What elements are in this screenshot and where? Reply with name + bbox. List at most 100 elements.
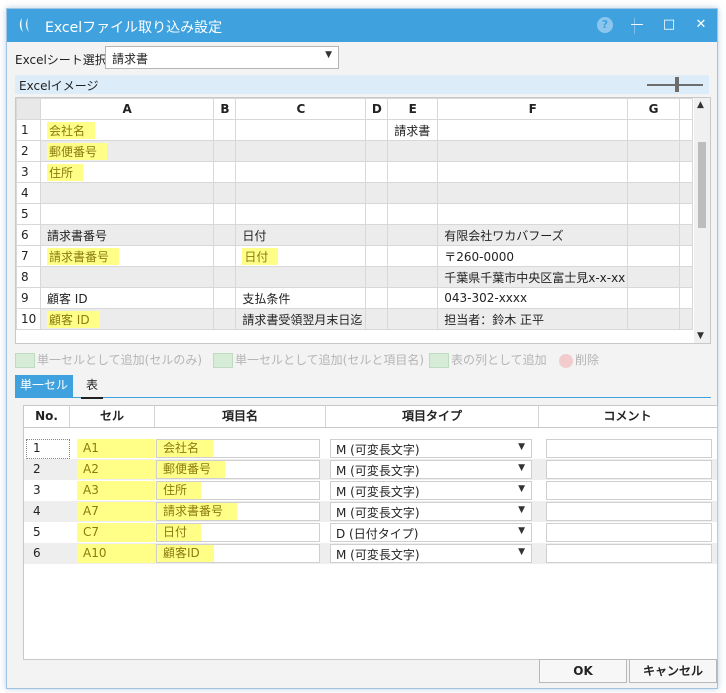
item-type-select[interactable]: M (可変長文字) ▼	[330, 502, 532, 521]
item-type-select[interactable]: M (可変長文字) ▼	[330, 544, 532, 563]
grid-cell[interactable]: 支払条件	[235, 287, 367, 309]
column-header[interactable]: D	[365, 98, 389, 120]
delete-button[interactable]: 削除	[559, 351, 599, 368]
grid-cell[interactable]	[387, 140, 439, 162]
grid-cell[interactable]: 会社名	[39, 119, 215, 141]
item-name-field[interactable]: 請求書番号	[156, 502, 320, 521]
sheet-select-dropdown[interactable]: 請求書 ▼	[105, 46, 339, 69]
item-name-field[interactable]: 住所	[156, 481, 320, 500]
grid-cell[interactable]	[365, 203, 389, 225]
minimize-button[interactable]: —	[627, 15, 647, 35]
list-row[interactable]: 1 A1 会社名 M (可変長文字) ▼	[24, 438, 717, 459]
grid-cell[interactable]	[365, 308, 389, 330]
tab-table[interactable]: 表	[81, 375, 104, 399]
grid-cell[interactable]	[365, 266, 389, 288]
grid-cell[interactable]	[387, 287, 439, 309]
close-button[interactable]: ✕	[691, 15, 711, 35]
grid-cell[interactable]	[213, 203, 237, 225]
grid-cell[interactable]	[627, 119, 680, 141]
grid-cell[interactable]	[387, 245, 439, 267]
grid-cell[interactable]: 日付	[235, 224, 367, 246]
grid-cell[interactable]	[365, 119, 389, 141]
list-row[interactable]: 6 A10 顧客ID M (可変長文字) ▼	[24, 543, 717, 564]
comment-field[interactable]	[546, 439, 712, 458]
grid-cell[interactable]	[627, 161, 680, 183]
grid-cell[interactable]	[627, 287, 680, 309]
scroll-up-icon[interactable]: ▲	[697, 100, 704, 110]
item-type-select[interactable]: M (可変長文字) ▼	[330, 481, 532, 500]
grid-cell[interactable]	[235, 203, 367, 225]
grid-cell[interactable]: 043-302-xxxx	[437, 287, 629, 309]
grid-cell[interactable]	[387, 224, 439, 246]
add-single-cell-with-name-button[interactable]: 単一セルとして追加(セルと項目名)	[213, 351, 424, 368]
grid-vertical-scrollbar[interactable]: ▲ ▼	[694, 98, 710, 343]
scroll-down-icon[interactable]: ▼	[697, 331, 704, 341]
item-type-select[interactable]: D (日付タイプ) ▼	[330, 523, 532, 542]
grid-cell[interactable]	[235, 119, 367, 141]
grid-cell[interactable]: 日付	[235, 245, 367, 267]
grid-cell[interactable]	[213, 182, 237, 204]
item-name-field[interactable]: 郵便番号	[156, 460, 320, 479]
grid-cell[interactable]: 請求書受領翌月末日迄	[235, 308, 367, 330]
grid-cell[interactable]	[213, 245, 237, 267]
grid-cell[interactable]: 〒260-0000	[437, 245, 629, 267]
column-header[interactable]: E	[387, 98, 439, 120]
comment-field[interactable]	[546, 544, 712, 563]
grid-cell[interactable]	[387, 266, 439, 288]
grid-cell[interactable]	[365, 224, 389, 246]
grid-cell[interactable]	[213, 308, 237, 330]
grid-cell[interactable]	[235, 182, 367, 204]
grid-cell[interactable]: 郵便番号	[39, 140, 215, 162]
grid-cell[interactable]	[213, 266, 237, 288]
item-name-field[interactable]: 顧客ID	[156, 544, 320, 563]
add-single-cell-button[interactable]: 単一セルとして追加(セルのみ)	[15, 351, 202, 368]
grid-cell[interactable]: 住所	[39, 161, 215, 183]
grid-cell[interactable]	[437, 140, 629, 162]
item-type-select[interactable]: M (可変長文字) ▼	[330, 439, 532, 458]
list-row[interactable]: 5 C7 日付 D (日付タイプ) ▼	[24, 522, 717, 543]
zoom-slider-thumb[interactable]	[675, 77, 679, 92]
grid-cell[interactable]	[627, 308, 680, 330]
grid-cell[interactable]	[437, 119, 629, 141]
grid-cell[interactable]: 請求書番号	[39, 245, 215, 267]
list-row[interactable]: 2 A2 郵便番号 M (可変長文字) ▼	[24, 459, 717, 480]
grid-cell[interactable]	[365, 182, 389, 204]
grid-cell[interactable]	[39, 266, 215, 288]
grid-cell[interactable]	[213, 287, 237, 309]
grid-cell[interactable]	[437, 161, 629, 183]
grid-cell[interactable]	[627, 266, 680, 288]
grid-cell[interactable]: 顧客 ID	[39, 287, 215, 309]
grid-cell[interactable]	[365, 140, 389, 162]
grid-cell[interactable]	[387, 182, 439, 204]
column-header[interactable]: C	[235, 98, 367, 120]
scrollbar-thumb[interactable]	[698, 142, 706, 228]
grid-cell[interactable]	[387, 203, 439, 225]
grid-cell[interactable]	[365, 287, 389, 309]
tab-single-cell[interactable]: 単一セル	[15, 375, 73, 397]
grid-cell[interactable]	[627, 224, 680, 246]
help-button[interactable]: ?	[595, 15, 615, 35]
grid-cell[interactable]: 千葉県千葉市中央区富士見x-x-xx	[437, 266, 629, 288]
item-type-select[interactable]: M (可変長文字) ▼	[330, 460, 532, 479]
grid-cell[interactable]: 有限会社ワカバフーズ	[437, 224, 629, 246]
grid-cell[interactable]	[627, 245, 680, 267]
grid-cell[interactable]	[627, 182, 680, 204]
cancel-button[interactable]: キャンセル	[629, 659, 717, 683]
item-name-field[interactable]: 会社名	[156, 439, 320, 458]
grid-cell[interactable]	[627, 203, 680, 225]
ok-button[interactable]: OK	[539, 659, 627, 683]
excel-preview-grid[interactable]: A B C D E F G 1 会社名 請求書 2 郵便番号 3 住所 4 5 …	[15, 97, 711, 344]
grid-cell[interactable]	[365, 245, 389, 267]
grid-cell[interactable]	[627, 140, 680, 162]
column-header[interactable]: B	[213, 98, 237, 120]
grid-cell[interactable]	[387, 161, 439, 183]
grid-cell[interactable]	[437, 203, 629, 225]
grid-cell[interactable]: 請求書	[387, 119, 439, 141]
grid-cell[interactable]: 請求書番号	[39, 224, 215, 246]
comment-field[interactable]	[546, 481, 712, 500]
maximize-button[interactable]: □	[659, 15, 679, 35]
grid-cell[interactable]	[213, 119, 237, 141]
select-all-corner[interactable]	[16, 98, 41, 120]
list-row[interactable]: 4 A7 請求書番号 M (可変長文字) ▼	[24, 501, 717, 522]
column-header[interactable]: G	[627, 98, 680, 120]
